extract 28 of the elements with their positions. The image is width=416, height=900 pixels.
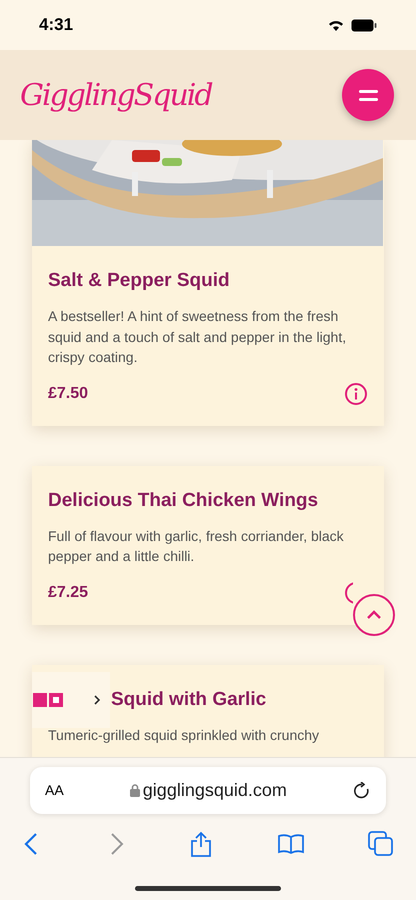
book-icon[interactable] [276,833,304,855]
status-time: 4:31 [39,14,74,36]
dish-title: Squid with Garlic [111,688,266,712]
logo[interactable]: GigglingSquid [20,72,212,118]
dish-title: Delicious Thai Chicken Wings [48,488,318,512]
floating-widget[interactable] [32,672,110,728]
dish-description: Full of flavour with garlic, fresh corriander, black pepper and a little chilli. [48,526,345,566]
dish-price: £7.25 [48,582,88,602]
info-icon[interactable] [344,580,353,604]
wifi-icon [327,18,345,32]
tabs-icon[interactable] [368,831,394,857]
url-text: gigglingsquid.com [142,779,287,802]
lock-icon [130,784,140,797]
dish-description: A bestseller! A hint of sweetness from the fresh squid and a touch of salt and pepper in the light, crispy coating. [48,307,348,367]
reload-icon[interactable] [353,782,371,800]
chevron-up-icon [366,610,382,620]
squares-icon [33,693,63,707]
menu-button[interactable] [342,69,394,121]
chevron-right-icon [92,694,102,706]
share-icon[interactable] [189,831,213,857]
dish-title: Salt & Pepper Squid [48,269,230,293]
text-size-button[interactable]: AA [45,780,64,801]
info-icon[interactable] [344,382,368,406]
dish-description: Tumeric-grilled squid sprinkled with crunchy [48,726,320,745]
scroll-top-button[interactable] [353,594,395,636]
dish-price: £7.50 [48,384,88,404]
address-field[interactable]: AA gigglingsquid.com [30,767,386,814]
battery-icon [351,18,377,32]
